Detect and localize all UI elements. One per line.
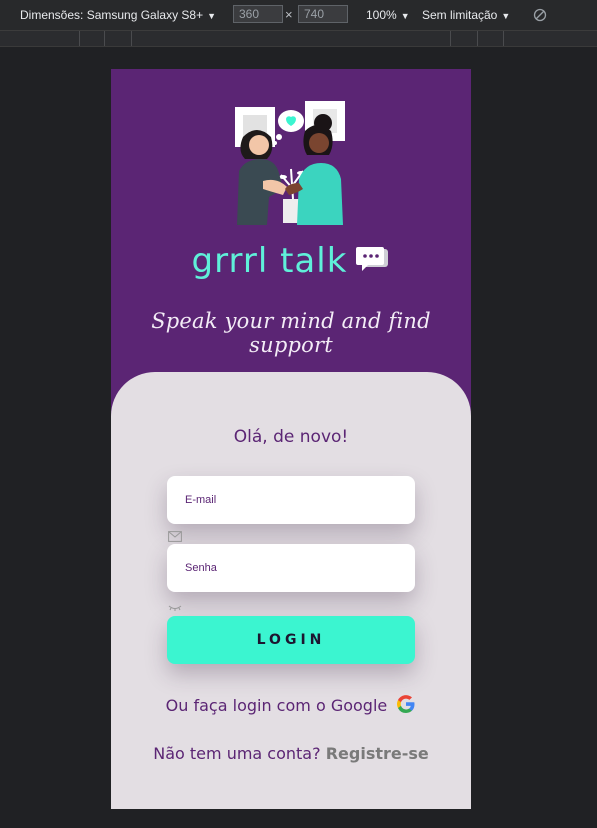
two-women-talking-illustration (235, 101, 345, 225)
logo-text: grrrl talk (191, 241, 348, 281)
throttle-label: Sem limitação (422, 8, 498, 22)
app-tagline: Speak your mind and find support (151, 309, 431, 357)
zoom-label: 100% (366, 8, 397, 22)
app-logo: grrrl talk (111, 241, 471, 281)
device-dimensions-dropdown[interactable]: Dimensões: Samsung Galaxy S8+ ▼ (20, 8, 216, 22)
register-link[interactable]: Registre-se (326, 744, 429, 763)
viewport-width-input[interactable]: 360 (233, 5, 283, 23)
greeting-heading: Olá, de novo! (233, 427, 349, 447)
zoom-dropdown[interactable]: 100% ▼ (366, 8, 410, 22)
throttle-dropdown[interactable]: Sem limitação ▼ (422, 8, 510, 22)
chat-bubble-icon (356, 244, 390, 278)
register-prompt: Não tem uma conta? (153, 744, 321, 763)
devtools-device-toolbar: Dimensões: Samsung Galaxy S8+ ▼ 360 × 740… (0, 0, 597, 31)
login-card: Olá, de novo! E-mail Senha LOGIN Ou faça… (111, 372, 471, 809)
login-button[interactable]: LOGIN (167, 616, 415, 664)
media-query-ruler[interactable] (0, 31, 597, 47)
eye-closed-icon[interactable] (168, 597, 182, 616)
viewport-height-input[interactable]: 740 (298, 5, 348, 23)
mobile-viewport: grrrl talk Speak your mind and find supp… (111, 69, 471, 809)
chevron-down-icon: ▼ (400, 11, 410, 21)
email-placeholder: E-mail (185, 494, 217, 506)
google-login-text: Ou faça login com o Google (165, 696, 388, 715)
password-field[interactable]: Senha (167, 544, 415, 592)
register-prompt-row: Não tem uma conta? Registre-se (111, 744, 471, 763)
password-placeholder: Senha (185, 562, 217, 574)
google-icon[interactable] (396, 694, 416, 718)
google-login-link[interactable]: Ou faça login com o Google (111, 694, 471, 718)
chevron-down-icon: ▼ (207, 11, 217, 21)
rotate-icon[interactable] (533, 8, 547, 25)
device-dimensions-label: Dimensões: Samsung Galaxy S8+ (20, 8, 204, 22)
dimension-separator: × (285, 7, 293, 22)
chevron-down-icon: ▼ (501, 11, 511, 21)
email-field[interactable]: E-mail (167, 476, 415, 524)
